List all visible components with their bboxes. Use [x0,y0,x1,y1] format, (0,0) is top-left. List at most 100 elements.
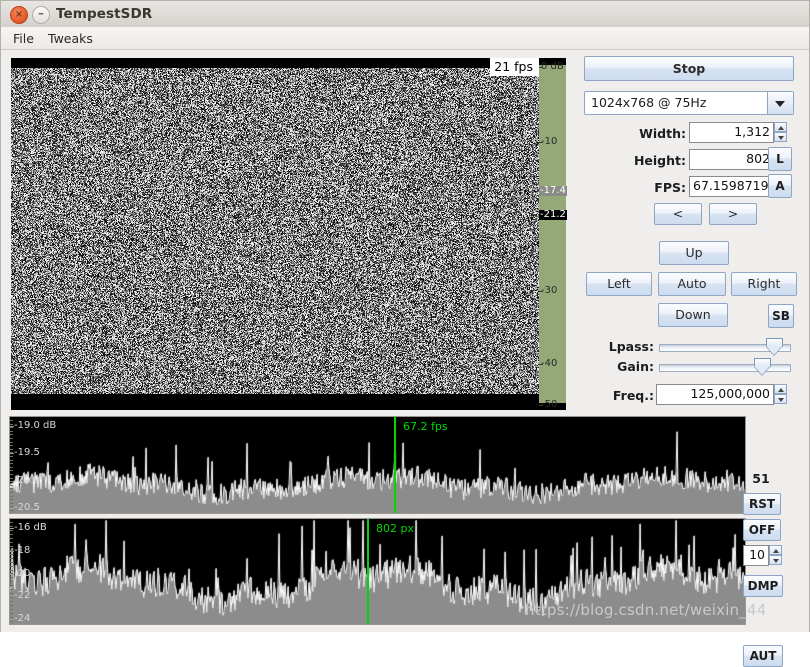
chevron-down-icon[interactable] [767,92,793,114]
plot-axis-minor-tick [10,534,13,535]
lpass-slider-thumb[interactable] [766,338,783,355]
plot-axis-minor-tick [10,589,13,590]
video-noise-canvas [11,58,539,410]
down-button[interactable]: Down [658,303,728,327]
plot-axis-minor-tick [10,474,13,475]
control-panel: Stop 1024x768 @ 75Hz Width: 1,312 Height… [576,56,801,626]
plot-axis-label: -22 [14,591,30,601]
plot-axis-minor-tick [10,488,13,489]
prev-button[interactable]: < [654,203,702,225]
frames-stepper-up[interactable] [769,545,782,555]
db-tick-label: -30 [541,286,557,296]
tempestsdr-window: × – TempestSDR File Tweaks 21 fps 0 dB-1… [0,0,810,632]
right-button[interactable]: Right [731,272,797,296]
next-button[interactable]: > [709,203,757,225]
minimize-glyph: – [33,7,49,23]
plot-axis-minor-tick [10,577,13,578]
height-input[interactable]: 802 [689,149,774,170]
close-icon[interactable]: × [10,6,28,24]
plot-axis-label: -19.0 dB [14,421,56,431]
plot-axis-minor-tick [10,617,13,618]
freq-input[interactable]: 125,000,000 [656,384,774,405]
db-tick-label: -50 [541,400,557,410]
resolution-dropdown-value: 1024x768 @ 75Hz [591,92,706,114]
plot-axis-minor-tick [10,526,13,527]
plot-marker-label: 67.2 fps [403,421,448,433]
freq-label: Freq.: [576,386,654,406]
plot-axis-minor-tick [10,485,13,486]
plot-axis-minor-tick [10,609,13,610]
auto-fps-button[interactable]: A [768,174,792,198]
dump-button[interactable]: DMP [743,575,783,597]
width-stepper-up[interactable] [774,122,787,132]
plot-marker-line[interactable] [394,417,396,513]
frames-input[interactable]: 10 [743,545,769,566]
resolution-dropdown[interactable]: 1024x768 @ 75Hz [584,91,794,115]
plot-axis-minor-tick [10,573,13,574]
plot-axis-minor-tick [10,492,13,493]
plot-axis-minor-tick [10,427,13,428]
plot-axis-minor-tick [10,434,13,435]
frames-stepper[interactable] [769,545,782,566]
plot-axis-minor-tick [10,438,13,439]
plot-axis-minor-tick [10,506,13,507]
count-label: 51 [731,471,791,486]
plot-marker-line[interactable] [367,519,369,624]
stop-button[interactable]: Stop [584,56,794,81]
lock-button[interactable]: L [768,147,792,171]
menu-bar: File Tweaks [1,27,809,50]
window-title: TempestSDR [56,4,152,24]
plot-axis-minor-tick [10,478,13,479]
left-button[interactable]: Left [586,272,652,296]
close-glyph: × [11,7,27,23]
width-label: Width: [576,124,686,144]
width-input[interactable]: 1,312 [689,122,774,143]
plot-axis-minor-tick [10,445,13,446]
plot-axis-minor-tick [10,510,13,511]
db-tick-label: -17.4 [539,186,567,196]
plot-axis-minor-tick [10,601,13,602]
lpass-label: Lpass: [576,337,654,357]
plot-axis-minor-tick [10,481,13,482]
freq-stepper-up[interactable] [774,384,787,394]
reset-button[interactable]: RST [743,493,781,515]
db-tick-label: -10 [541,137,557,147]
auto-button[interactable]: Auto [658,272,726,296]
plot-axis-minor-tick [10,460,13,461]
plot-axis-minor-tick [10,554,13,555]
menu-item-file[interactable]: File [8,30,39,47]
up-button[interactable]: Up [659,241,729,265]
freq-stepper[interactable] [774,384,787,405]
video-display[interactable]: 21 fps [11,58,539,410]
db-tick-label: -21.2 [539,210,567,220]
auto-record-button[interactable]: AUT [743,645,783,667]
gain-slider-thumb[interactable] [754,358,771,375]
sb-button[interactable]: SB [768,304,794,328]
plot-axis-label: -20.0 [14,476,40,486]
freq-stepper-down[interactable] [774,394,787,404]
watermark-text: https://blog.csdn.net/weixin_44 [525,601,766,619]
frames-stepper-down[interactable] [769,555,782,565]
gain-slider-track[interactable] [659,364,791,372]
off-button[interactable]: OFF [743,519,781,541]
minimize-icon[interactable]: – [32,6,50,24]
width-stepper-down[interactable] [774,132,787,142]
plot-axis-minor-tick [10,581,13,582]
plot-axis-minor-tick [10,431,13,432]
menu-item-tweaks[interactable]: Tweaks [43,30,98,47]
video-fps-overlay: 21 fps [490,58,539,76]
plot-axis-minor-tick [10,496,13,497]
plot-axis-minor-tick [10,499,13,500]
plot-axis-minor-tick [10,542,13,543]
width-stepper[interactable] [774,122,787,143]
plot-axis-label: -19.5 [14,448,40,458]
plot-axis-minor-tick [10,566,13,567]
plot-axis-minor-tick [10,550,13,551]
plot-axis-minor-tick [10,558,13,559]
plot-axis-label: -18 [14,546,30,556]
plot-axis-label: -20.5 [14,503,40,513]
plot-axis-label: -24 [14,614,30,624]
plot-axis-minor-tick [10,530,13,531]
db-scale-bar: 0 dB-10-17.4-21.2-30-40-50 [539,58,566,410]
plot-axis-minor-tick [10,597,13,598]
